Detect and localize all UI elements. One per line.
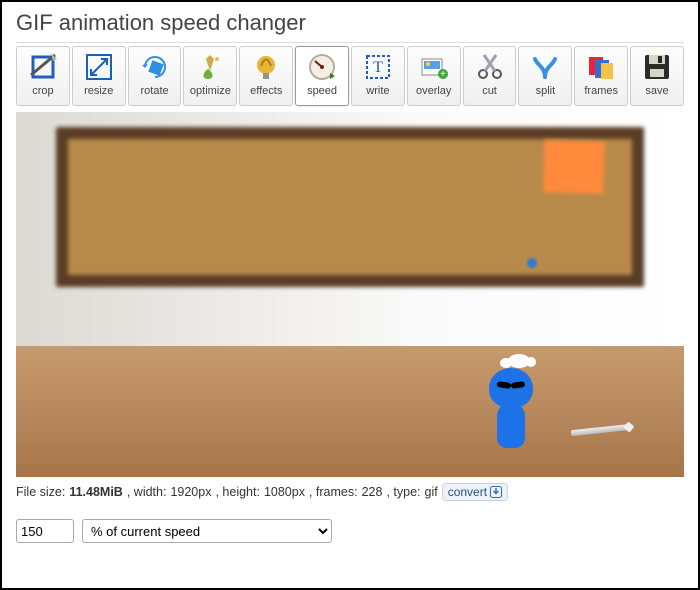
write-icon-wrap: T xyxy=(361,50,395,84)
effects-icon-wrap xyxy=(249,50,283,84)
page-title: GIF animation speed changer xyxy=(16,10,684,36)
scene-pin xyxy=(527,258,537,268)
tool-label: resize xyxy=(84,85,113,97)
file-meta: File size: 11.48MiB , width: 1920px , he… xyxy=(16,483,684,501)
save-icon-wrap xyxy=(640,50,674,84)
tool-frames[interactable]: frames xyxy=(574,46,628,106)
meta-file-size-label: File size: xyxy=(16,485,65,499)
optimize-icon-wrap xyxy=(193,50,227,84)
tool-crop[interactable]: crop xyxy=(16,46,70,106)
frames-icon xyxy=(585,51,617,83)
speed-value-input[interactable] xyxy=(16,519,74,543)
overlay-icon-wrap: + xyxy=(417,50,451,84)
tool-label: frames xyxy=(584,85,618,97)
speed-controls: % of current speed xyxy=(16,519,684,543)
tool-save[interactable]: save xyxy=(630,46,684,106)
svg-text:T: T xyxy=(373,59,383,76)
convert-button[interactable]: convert xyxy=(442,483,508,501)
gif-preview xyxy=(16,112,684,477)
speed-icon-wrap xyxy=(305,50,339,84)
tool-label: cut xyxy=(482,85,497,97)
optimize-icon xyxy=(194,51,226,83)
cut-icon-wrap xyxy=(473,50,507,84)
scene-blue-figure xyxy=(485,368,537,448)
tool-label: write xyxy=(366,85,389,97)
meta-type-value: gif xyxy=(425,485,438,499)
overlay-icon: + xyxy=(418,51,450,83)
tool-label: rotate xyxy=(141,85,169,97)
cut-icon xyxy=(474,51,506,83)
meta-height-label: , height: xyxy=(215,485,259,499)
resize-icon xyxy=(83,51,115,83)
meta-file-size-value: 11.48MiB xyxy=(69,485,123,499)
meta-width-label: , width: xyxy=(127,485,167,499)
download-icon xyxy=(490,486,502,498)
tool-cut[interactable]: cut xyxy=(463,46,517,106)
meta-height-value: 1080px xyxy=(264,485,305,499)
save-icon xyxy=(641,51,673,83)
scene-sticky-note xyxy=(543,140,605,194)
speed-icon xyxy=(306,51,338,83)
frames-icon-wrap xyxy=(584,50,618,84)
tool-label: optimize xyxy=(190,85,231,97)
tool-split[interactable]: split xyxy=(518,46,572,106)
tool-optimize[interactable]: optimize xyxy=(183,46,237,106)
crop-icon xyxy=(27,51,59,83)
tool-label: overlay xyxy=(416,85,451,97)
tool-speed[interactable]: speed xyxy=(295,46,349,106)
tool-label: crop xyxy=(32,85,53,97)
tool-resize[interactable]: resize xyxy=(72,46,126,106)
convert-button-label: convert xyxy=(448,485,487,499)
speed-unit-select[interactable]: % of current speed xyxy=(82,519,332,543)
tool-effects[interactable]: effects xyxy=(239,46,293,106)
resize-icon-wrap xyxy=(82,50,116,84)
split-icon-wrap xyxy=(528,50,562,84)
scene-desk xyxy=(16,346,684,477)
tool-label: effects xyxy=(250,85,282,97)
meta-width-value: 1920px xyxy=(170,485,211,499)
tool-rotate[interactable]: rotate xyxy=(128,46,182,106)
tool-label: save xyxy=(645,85,668,97)
svg-text:+: + xyxy=(440,69,446,80)
split-icon xyxy=(529,51,561,83)
meta-frames-label: , frames: xyxy=(309,485,358,499)
crop-icon-wrap xyxy=(26,50,60,84)
rotate-icon-wrap xyxy=(138,50,172,84)
tool-label: split xyxy=(536,85,556,97)
write-icon: T xyxy=(362,51,394,83)
effects-icon xyxy=(250,51,282,83)
tool-overlay[interactable]: + overlay xyxy=(407,46,461,106)
toolbar: crop resize rotate optimize effects speed Twri… xyxy=(16,42,684,106)
scene-speech-puff xyxy=(508,354,530,368)
meta-type-label: , type: xyxy=(386,485,420,499)
rotate-icon xyxy=(139,51,171,83)
tool-write[interactable]: Twrite xyxy=(351,46,405,106)
tool-label: speed xyxy=(307,85,337,97)
meta-frames-value: 228 xyxy=(362,485,383,499)
